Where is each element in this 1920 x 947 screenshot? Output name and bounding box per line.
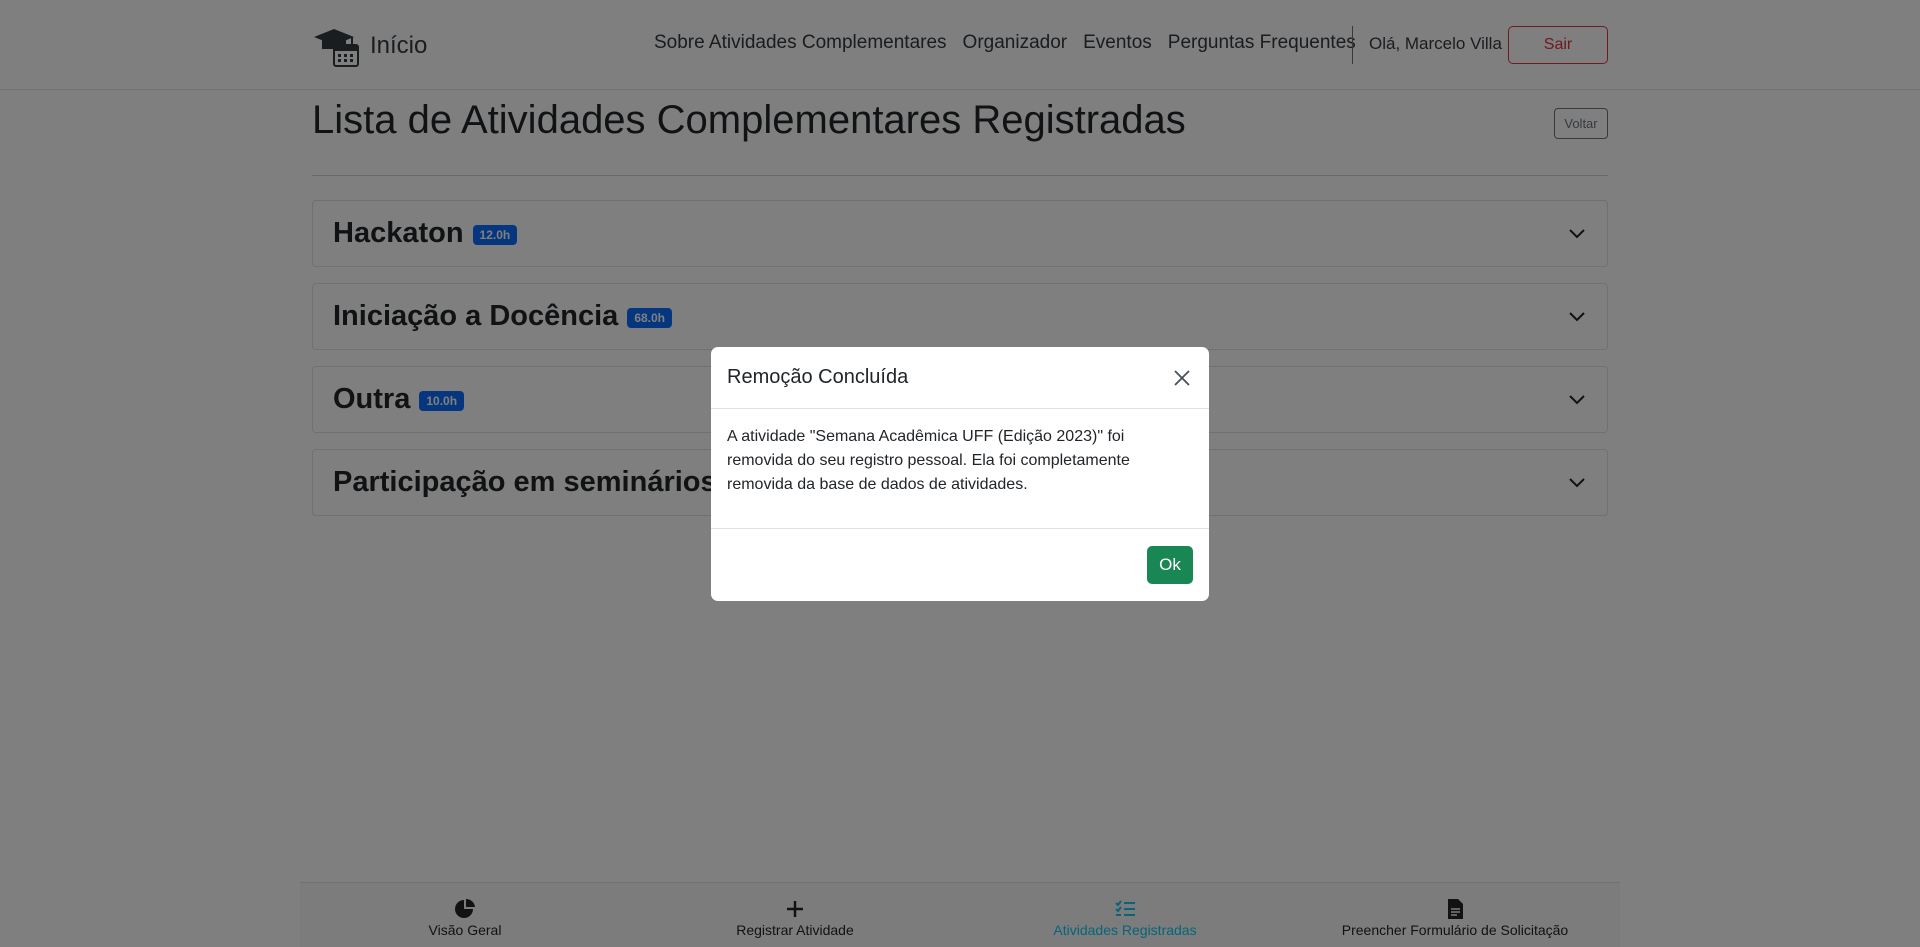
close-icon[interactable] [1171, 367, 1193, 389]
modal-footer: Ok [711, 529, 1209, 601]
ok-button[interactable]: Ok [1147, 546, 1193, 584]
modal-title: Remoção Concluída [727, 366, 909, 388]
modal-header: Remoção Concluída [711, 347, 1209, 409]
removal-modal: Remoção Concluída A atividade "Semana Ac… [711, 347, 1209, 601]
modal-body: A atividade "Semana Acadêmica UFF (Ediçã… [711, 409, 1209, 529]
